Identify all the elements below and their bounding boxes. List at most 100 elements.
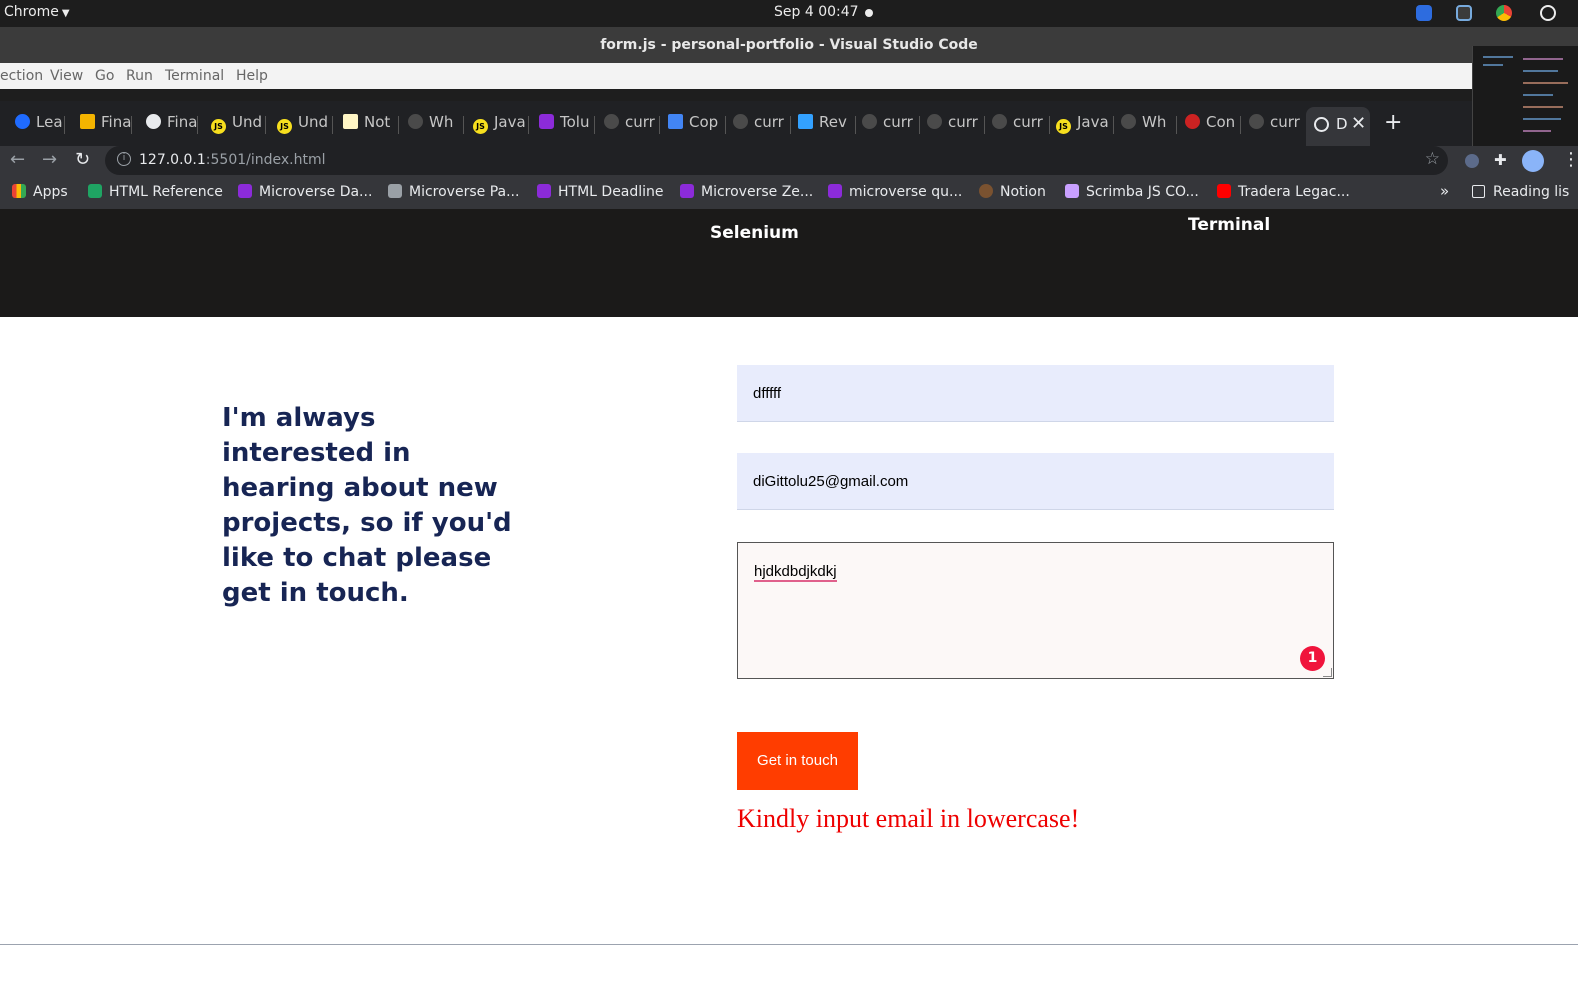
globe-icon xyxy=(146,114,161,129)
tab[interactable]: JS Und xyxy=(211,113,266,138)
microverse-icon xyxy=(388,184,402,198)
new-tab-button[interactable]: + xyxy=(1384,110,1402,135)
bookmark-item[interactable]: Microverse Ze... xyxy=(680,184,813,200)
menu-view[interactable]: View xyxy=(50,68,83,84)
forward-icon[interactable]: → xyxy=(42,149,57,170)
validation-error-message: Kindly input email in lowercase! xyxy=(737,804,1080,833)
tab[interactable]: JS Und xyxy=(277,113,333,138)
bookmark-item[interactable]: Scrimba JS CO... xyxy=(1065,184,1199,200)
menu-selection[interactable]: ection xyxy=(0,68,43,84)
menu-terminal[interactable]: Terminal xyxy=(165,68,224,84)
tab[interactable]: JS Java xyxy=(1056,113,1114,138)
bookmark-item[interactable]: Tradera Legac... xyxy=(1217,184,1350,200)
tab[interactable]: Rev xyxy=(798,113,856,138)
settings-tray-icon[interactable] xyxy=(1540,5,1556,21)
message-textarea[interactable]: hjdkdbdjkdkj xyxy=(737,542,1334,679)
skills-strip: Selenium Terminal xyxy=(0,209,1578,317)
notification-dot-icon xyxy=(865,9,873,17)
tab[interactable]: curr xyxy=(862,113,920,138)
js-icon: JS xyxy=(277,119,292,134)
tab[interactable]: Wh xyxy=(1121,113,1177,138)
tab[interactable]: Not xyxy=(343,113,399,138)
clock[interactable]: Sep 4 00:47 xyxy=(774,4,859,20)
bookmark-item[interactable]: Notion xyxy=(979,184,1046,200)
github-icon xyxy=(1249,114,1264,129)
app-name: Chrome xyxy=(4,4,59,20)
tab[interactable]: JS Java xyxy=(473,113,529,138)
scrimba-icon xyxy=(1065,184,1079,198)
github-icon xyxy=(1121,114,1136,129)
tab[interactable]: Cop xyxy=(668,113,726,138)
bookmark-star-icon[interactable]: ☆ xyxy=(1425,149,1440,169)
avatar-icon xyxy=(979,184,993,198)
github-icon xyxy=(927,114,942,129)
tab[interactable]: Con xyxy=(1185,113,1241,138)
bookmark-item[interactable]: Microverse Pa... xyxy=(388,184,519,200)
close-tab-icon[interactable]: ✕ xyxy=(1351,113,1366,134)
apps-grid-icon xyxy=(12,184,26,198)
message-text: hjdkdbdjkdkj xyxy=(754,563,837,582)
slides-icon xyxy=(80,114,95,129)
grammar-badge[interactable]: 1 xyxy=(1300,646,1325,671)
js-icon: JS xyxy=(211,119,226,134)
puzzle-extensions-icon[interactable]: ✚ xyxy=(1494,151,1507,169)
bookmark-item[interactable]: microverse qu... xyxy=(828,184,962,200)
system-top-bar: Chrome ▼ Sep 4 00:47 xyxy=(0,0,1578,27)
get-in-touch-button[interactable]: Get in touch xyxy=(737,732,858,790)
reload-icon[interactable]: ↻ xyxy=(75,149,90,170)
resize-grip-icon[interactable] xyxy=(1323,668,1332,677)
toolbar: ← → ↻ i 127.0.0.1:5501/index.html ☆ ✚ ⋮ xyxy=(0,146,1578,176)
site-info-icon[interactable]: i xyxy=(117,152,131,166)
vscode-menu-bar: ection View Go Run Terminal Help xyxy=(0,63,1472,89)
back-icon[interactable]: ← xyxy=(10,149,25,170)
menu-help[interactable]: Help xyxy=(236,68,268,84)
name-field[interactable] xyxy=(737,365,1334,422)
cube-icon xyxy=(798,114,813,129)
menu-run[interactable]: Run xyxy=(126,68,153,84)
footer-divider xyxy=(0,944,1578,945)
tab[interactable]: Lea xyxy=(15,113,65,138)
tab[interactable]: curr xyxy=(604,113,660,138)
github-icon xyxy=(862,114,877,129)
address-bar[interactable]: i 127.0.0.1:5501/index.html ☆ xyxy=(105,146,1448,175)
tab[interactable]: Fina xyxy=(80,113,132,138)
js-icon: JS xyxy=(473,119,488,134)
tab[interactable]: Fina xyxy=(146,113,198,138)
bookmark-item[interactable]: Microverse Da... xyxy=(238,184,372,200)
menu-go[interactable]: Go xyxy=(95,68,114,84)
app-menu[interactable]: Chrome ▼ xyxy=(4,4,70,20)
reading-list-button[interactable]: Reading lis xyxy=(1472,184,1569,200)
youtube-icon xyxy=(1217,184,1231,198)
microverse-icon xyxy=(539,114,554,129)
tab[interactable]: curr xyxy=(927,113,985,138)
bookmark-item[interactable]: Apps xyxy=(12,184,68,200)
w-icon xyxy=(88,184,102,198)
notes-icon xyxy=(343,114,358,129)
more-bookmarks-button[interactable]: » xyxy=(1440,182,1449,200)
tab[interactable]: Wh xyxy=(408,113,464,138)
profile-avatar[interactable] xyxy=(1522,150,1544,172)
slack-tray-icon[interactable] xyxy=(1456,5,1472,21)
extension-icon[interactable] xyxy=(1465,154,1479,168)
coursera-icon xyxy=(15,114,30,129)
bookmark-item[interactable]: HTML Reference xyxy=(88,184,223,200)
docs-icon xyxy=(668,114,683,129)
chrome-tray-icon[interactable] xyxy=(1496,5,1512,21)
contact-intro-heading: I'm always interested in hearing about n… xyxy=(222,403,512,608)
bookmark-item[interactable]: HTML Deadline xyxy=(537,184,664,200)
chrome-tab-strip: Lea Fina Fina JS Und JS Und Not Wh JS Java … xyxy=(0,101,1472,146)
microverse-icon xyxy=(828,184,842,198)
tab[interactable]: Tolu xyxy=(539,113,595,138)
github-icon xyxy=(733,114,748,129)
url-text[interactable]: 127.0.0.1:5501/index.html xyxy=(139,152,326,168)
github-icon xyxy=(408,114,423,129)
tab[interactable]: curr xyxy=(992,113,1050,138)
window-thumbnail[interactable] xyxy=(1472,46,1578,156)
active-tab[interactable]: D ✕ xyxy=(1306,107,1370,146)
tab[interactable]: curr xyxy=(1249,113,1301,138)
tab[interactable]: curr xyxy=(733,113,791,138)
kebab-menu-icon[interactable]: ⋮ xyxy=(1562,149,1578,170)
microverse-icon xyxy=(238,184,252,198)
email-field[interactable] xyxy=(737,453,1334,510)
zoom-tray-icon[interactable] xyxy=(1416,5,1432,21)
